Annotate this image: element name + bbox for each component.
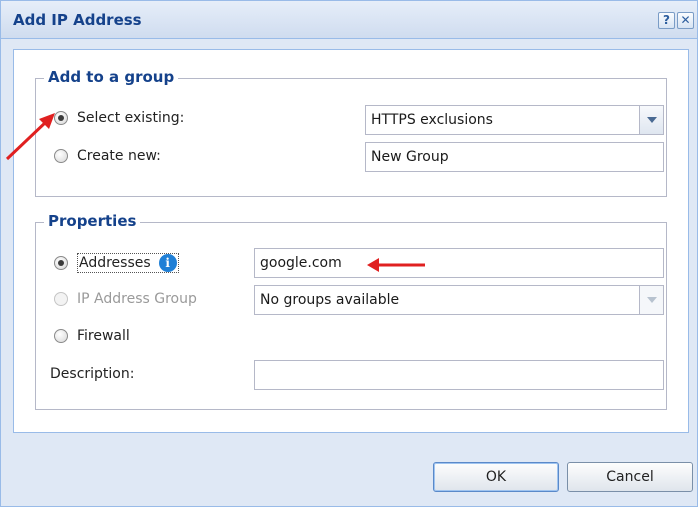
description-label: Description: xyxy=(50,366,135,382)
ip-address-group-label: IP Address Group xyxy=(77,291,197,307)
existing-group-dropdown-trigger[interactable] xyxy=(639,106,663,134)
cancel-button[interactable]: Cancel xyxy=(567,462,693,492)
firewall-option[interactable]: Firewall xyxy=(54,328,130,344)
dialog-body: Add to a group Select existing: HTTPS ex… xyxy=(13,49,689,433)
addresses-label: Addresses i xyxy=(77,253,179,273)
annotation-arrow-select-existing xyxy=(5,113,55,161)
existing-group-value: HTTPS exclusions xyxy=(371,112,493,128)
ip-address-group-radio[interactable] xyxy=(54,292,68,306)
select-existing-option[interactable]: Select existing: xyxy=(54,110,184,126)
ip-address-group-select[interactable]: No groups available xyxy=(254,285,664,315)
properties-legend: Properties xyxy=(44,212,141,230)
help-icon[interactable]: ? xyxy=(658,12,675,29)
create-new-label: Create new: xyxy=(77,148,161,164)
add-to-group-fieldset: Add to a group xyxy=(35,68,667,197)
ip-group-dropdown-trigger[interactable] xyxy=(639,286,663,314)
close-icon[interactable]: ✕ xyxy=(677,12,694,29)
add-to-group-legend: Add to a group xyxy=(44,68,179,86)
select-existing-label: Select existing: xyxy=(77,110,185,126)
add-ip-address-dialog: Add IP Address ? ✕ Add to a group Select… xyxy=(0,0,698,507)
description-row: Description: xyxy=(50,366,134,382)
chevron-down-icon xyxy=(646,117,657,123)
existing-group-select[interactable]: HTTPS exclusions xyxy=(365,105,664,135)
chevron-down-icon xyxy=(646,297,657,303)
firewall-radio[interactable] xyxy=(54,329,68,343)
info-icon[interactable]: i xyxy=(158,254,177,272)
addresses-option[interactable]: Addresses i xyxy=(54,253,179,273)
description-input[interactable] xyxy=(254,360,664,390)
ok-button[interactable]: OK xyxy=(433,462,559,492)
dialog-titlebar[interactable]: Add IP Address ? ✕ xyxy=(1,1,697,39)
dialog-title: Add IP Address xyxy=(13,11,142,29)
addresses-radio[interactable] xyxy=(54,256,68,270)
ip-address-group-option[interactable]: IP Address Group xyxy=(54,291,197,307)
firewall-label: Firewall xyxy=(77,328,130,344)
annotation-arrow-addresses xyxy=(367,258,425,272)
ip-address-group-value: No groups available xyxy=(260,292,400,308)
addresses-input[interactable]: google.com xyxy=(254,248,664,278)
new-group-input[interactable]: New Group xyxy=(365,142,664,172)
